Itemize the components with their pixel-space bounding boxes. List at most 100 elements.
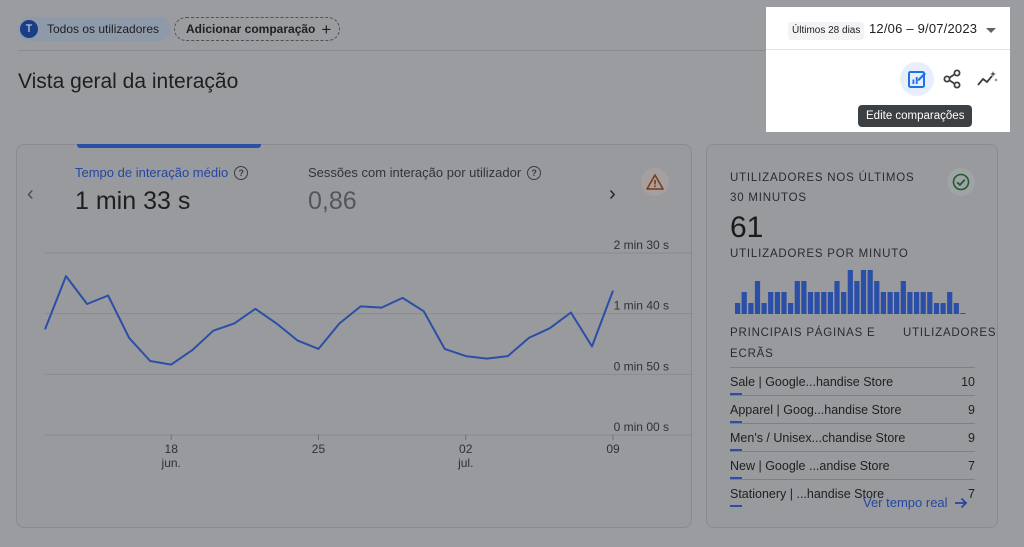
page-users: 9: [968, 403, 975, 417]
data-point: [169, 363, 173, 367]
y-tick-label: 0 min 50 s: [614, 359, 669, 373]
minute-bar: [920, 292, 926, 314]
data-point: [359, 304, 363, 308]
caret-down-icon[interactable]: [986, 28, 996, 33]
realtime-title: UTILIZADORES NOS ÚLTIMOS 30 MINUTOS: [730, 172, 915, 204]
y-tick-label: 0 min 00 s: [614, 420, 669, 434]
data-point: [274, 321, 278, 325]
list-item[interactable]: Men's / Unisex...chandise Store 9: [730, 423, 975, 451]
minute-bar: [953, 303, 959, 314]
page-users: 7: [968, 487, 975, 501]
minute-bar: [933, 303, 940, 314]
data-point: [527, 336, 531, 340]
x-tick-label: 18: [165, 442, 179, 456]
segment-avatar: T: [20, 20, 38, 38]
add-comparison-button[interactable]: Adicionar comparação +: [174, 17, 341, 41]
minute-bar: [847, 270, 853, 314]
top-pages-list: Sale | Google...handise Store 10 Apparel…: [730, 367, 975, 507]
minute-bar: [894, 292, 900, 314]
realtime-card: UTILIZADORES NOS ÚLTIMOS 30 MINUTOS 61 U…: [706, 144, 998, 528]
data-point: [401, 296, 405, 300]
minute-bar: [841, 292, 847, 314]
edit-comparisons-tooltip: Edite comparações: [858, 105, 973, 127]
minute-bar: [940, 303, 946, 314]
minute-bar: [781, 292, 787, 314]
minute-bar: [821, 292, 827, 314]
data-point: [590, 344, 594, 348]
minute-bar: [887, 292, 893, 314]
x-tick-label: 09: [606, 442, 620, 456]
page-name: Sale | Google...handise Store: [730, 375, 894, 389]
minute-bar: [794, 281, 800, 314]
data-point: [295, 338, 299, 342]
data-point: [64, 274, 68, 278]
page-name: Men's / Unisex...chandise Store: [730, 431, 906, 445]
minute-bar: [801, 281, 807, 314]
list-item[interactable]: Apparel | Goog...handise Store 9: [730, 395, 975, 423]
minute-bar: [907, 292, 913, 314]
minute-bar: [774, 292, 780, 314]
minute-bar: [768, 292, 774, 314]
x-tick-month-label: jul.: [457, 456, 473, 470]
list-item[interactable]: New | Google ...andise Store 7: [730, 451, 975, 479]
data-point: [211, 329, 215, 333]
top-pages-header: PRINCIPAIS PÁGINAS E ECRÃS: [730, 327, 876, 360]
plus-icon: +: [321, 19, 332, 39]
date-range-label: Últimos 28 dias: [788, 22, 865, 40]
arrow-right-icon: [954, 497, 967, 508]
insights-icon: [977, 71, 998, 86]
view-realtime-link[interactable]: Ver tempo real: [863, 495, 968, 510]
data-point: [85, 302, 89, 306]
realtime-per-minute-label: UTILIZADORES POR MINUTO: [730, 248, 909, 260]
data-point: [148, 359, 152, 363]
realtime-user-count: 61: [730, 211, 764, 244]
page-name: Apparel | Goog...handise Store: [730, 403, 902, 417]
page-name: Stationery | ...handise Store: [730, 487, 885, 501]
date-range-value[interactable]: 12/06 – 9/07/2023: [869, 21, 977, 36]
data-point: [485, 357, 489, 361]
minute-bar: [827, 292, 833, 314]
users-per-minute-bars: [735, 270, 966, 314]
data-point: [106, 293, 110, 297]
minute-bar: [914, 292, 920, 314]
check-circle-icon[interactable]: [947, 168, 975, 196]
list-item[interactable]: Sale | Google...handise Store 10: [730, 367, 975, 395]
minute-bar: [834, 281, 840, 314]
page-users: 9: [968, 431, 975, 445]
insights-button[interactable]: [970, 62, 1004, 96]
x-tick-month-label: jun.: [161, 456, 181, 470]
edit-comparisons-icon: [908, 71, 926, 88]
segment-chip-label: Todos os utilizadores: [47, 22, 160, 36]
data-point: [316, 347, 320, 351]
share-button[interactable]: [935, 62, 969, 96]
edit-comparisons-button[interactable]: [900, 62, 934, 96]
x-tick-label: 02: [459, 442, 473, 456]
minute-bar: [927, 292, 933, 314]
minute-bar: [754, 281, 761, 314]
minute-bar: [854, 281, 860, 314]
top-divider: [18, 50, 766, 51]
minute-bar: [741, 292, 747, 314]
data-point: [338, 321, 342, 325]
view-realtime-label: Ver tempo real: [863, 495, 948, 510]
minute-bar: [874, 281, 880, 314]
share-icon: [943, 69, 961, 89]
panel-divider: [766, 49, 1010, 50]
data-point: [43, 327, 47, 331]
data-point: [548, 326, 552, 330]
x-tick-label: 25: [312, 442, 326, 456]
minute-bar: [860, 270, 867, 314]
toolbar-panel: Últimos 28 dias 12/06 – 9/07/2023 Edite …: [766, 7, 1010, 132]
minute-bar: [748, 303, 754, 314]
row-bar: [730, 505, 742, 507]
page-title: Vista geral da interação: [18, 70, 239, 93]
engagement-chart-card: ‹ Tempo de interação médio ? 1 min 33 s …: [16, 144, 693, 528]
segment-chip-all-users[interactable]: T Todos os utilizadores: [18, 17, 172, 41]
minute-bar: [761, 303, 767, 314]
minute-bar: [947, 292, 953, 314]
add-comparison-label: Adicionar comparação: [186, 22, 316, 36]
data-point: [422, 309, 426, 313]
page-users: 10: [961, 375, 975, 389]
series-line: [44, 275, 614, 366]
data-point: [232, 321, 236, 325]
